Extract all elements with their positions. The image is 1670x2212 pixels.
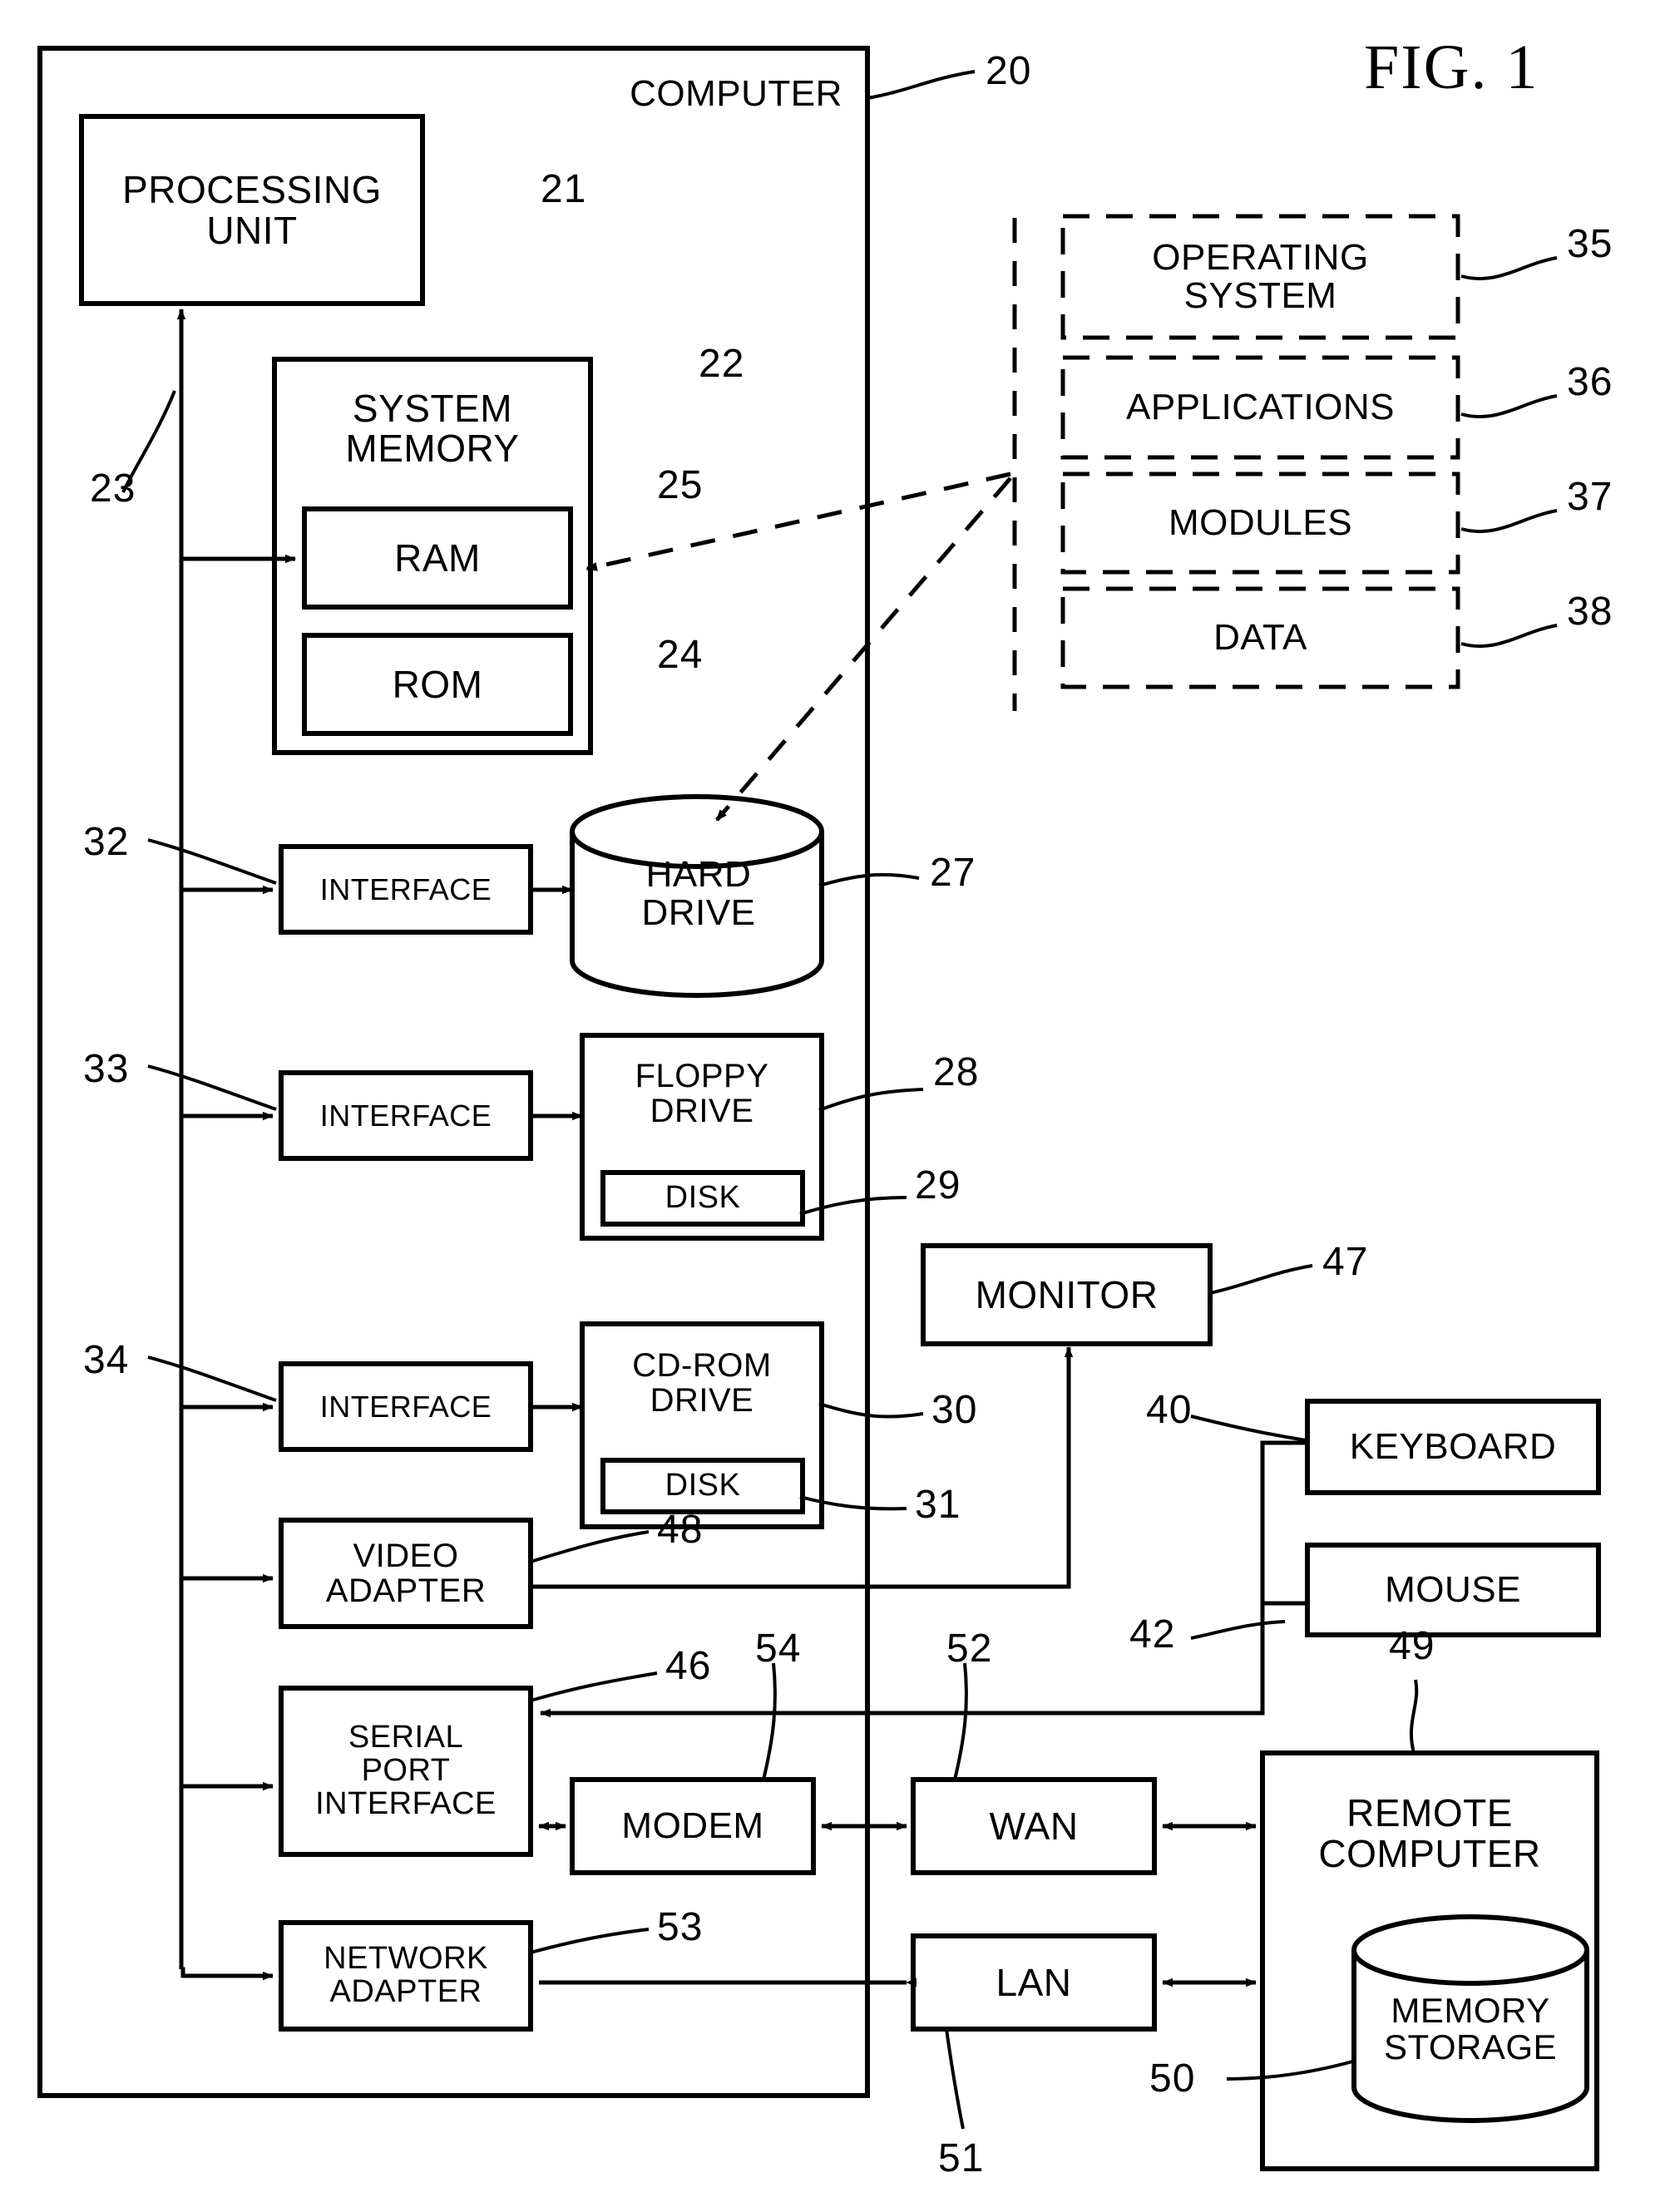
ref-21: 21 <box>541 167 587 211</box>
floppy-disk-block: DISK <box>665 1180 741 1216</box>
ref-35: 35 <box>1567 222 1613 266</box>
ref-33: 33 <box>83 1047 130 1091</box>
wan-block: WAN <box>989 1804 1079 1848</box>
rom-block: ROM <box>392 662 483 706</box>
keyboard-block: KEYBOARD <box>1349 1425 1557 1467</box>
operating-system-block: OPERATING SYSTEM <box>1152 236 1369 316</box>
interface-floppy-block: INTERFACE <box>319 1098 492 1133</box>
ref-52: 52 <box>946 1627 993 1671</box>
ref-23: 23 <box>90 467 136 511</box>
remote-computer-block: REMOTE COMPUTER <box>1318 1791 1541 1875</box>
floppy-drive-block: FLOPPY DRIVE <box>635 1058 769 1129</box>
ref-27: 27 <box>930 851 976 895</box>
ref-46: 46 <box>665 1644 712 1688</box>
ref-51: 51 <box>938 2136 985 2180</box>
applications-block: APPLICATIONS <box>1125 386 1396 427</box>
ref-28: 28 <box>933 1050 980 1094</box>
memory-storage-block: MEMORY STORAGE <box>1383 1990 1558 2066</box>
ref-22: 22 <box>699 342 745 386</box>
ref-30: 30 <box>931 1388 978 1432</box>
ref-31: 31 <box>915 1483 961 1527</box>
ref-32: 32 <box>83 820 130 864</box>
modem-block: MODEM <box>621 1805 764 1846</box>
ref-48: 48 <box>657 1508 704 1552</box>
ref-40: 40 <box>1146 1388 1193 1432</box>
processing-unit-block: PROCESSING UNIT <box>122 168 382 252</box>
computer-enclosure-label: COMPUTER <box>630 72 842 114</box>
ref-36: 36 <box>1567 360 1613 404</box>
ref-47: 47 <box>1322 1240 1369 1284</box>
data-block: DATA <box>1213 616 1307 658</box>
ref-49: 49 <box>1389 1624 1435 1668</box>
monitor-block: MONITOR <box>975 1272 1159 1316</box>
ref-24: 24 <box>657 633 704 677</box>
video-adapter-block: VIDEO ADAPTER <box>325 1538 487 1609</box>
figure-title: FIG. 1 <box>1364 32 1539 102</box>
ram-block: RAM <box>394 536 481 580</box>
ref-37: 37 <box>1567 475 1613 519</box>
lan-block: LAN <box>996 1960 1072 2004</box>
modules-block: MODULES <box>1168 501 1353 543</box>
ref-53: 53 <box>657 1905 704 1949</box>
interface-hdd-block: INTERFACE <box>319 871 492 906</box>
system-memory-block: SYSTEM MEMORY <box>345 386 520 470</box>
ref-38: 38 <box>1567 590 1613 634</box>
ref-50: 50 <box>1149 2056 1196 2101</box>
network-adapter-block: NETWORK ADAPTER <box>324 1941 488 2009</box>
ref-34: 34 <box>83 1338 130 1382</box>
serial-port-interface-block: SERIAL PORT INTERFACE <box>315 1720 497 1821</box>
ref-25: 25 <box>657 463 704 507</box>
mouse-block: MOUSE <box>1385 1568 1521 1610</box>
ref-29: 29 <box>915 1163 961 1207</box>
patent-figure-page: FIG. 1 COMPUTER 20 PROCESSING UNIT 21 23… <box>0 0 1670 2212</box>
ref-20: 20 <box>986 49 1032 93</box>
ref-42: 42 <box>1129 1612 1176 1657</box>
hard-drive-block: HARD DRIVE <box>641 853 756 933</box>
interface-cdrom-block: INTERFACE <box>319 1389 492 1424</box>
cdrom-drive-block: CD-ROM DRIVE <box>632 1347 772 1419</box>
ref-54: 54 <box>755 1627 802 1671</box>
cdrom-disk-block: DISK <box>665 1468 741 1503</box>
